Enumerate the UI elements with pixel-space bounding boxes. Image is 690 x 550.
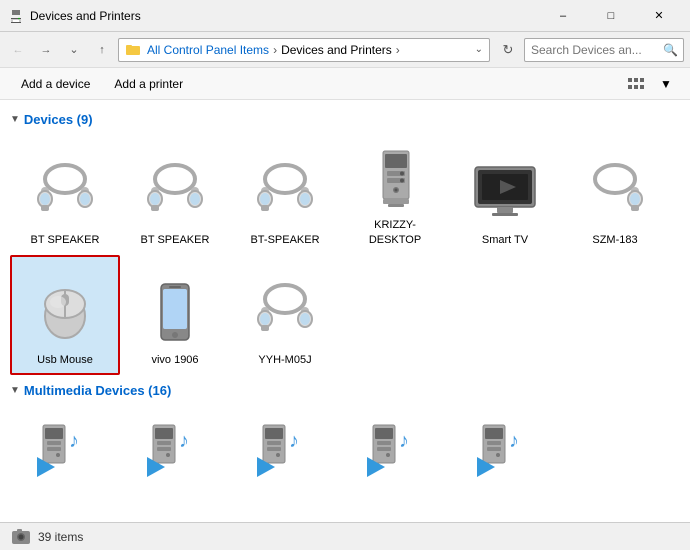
device-item-vivo[interactable]: vivo 1906 (120, 255, 230, 375)
svg-text:♪: ♪ (179, 430, 189, 452)
title-bar: Devices and Printers – □ ✕ (0, 0, 690, 32)
close-button[interactable]: ✕ (636, 0, 682, 32)
breadcrumb: All Control Panel Items › Devices and Pr… (118, 38, 490, 62)
mouse-icon (30, 277, 100, 347)
search-input[interactable] (524, 38, 684, 62)
device-item-smart-tv[interactable]: Smart TV (450, 135, 560, 255)
maximize-button[interactable]: □ (588, 0, 634, 32)
multimedia-item-5[interactable]: ♪ (450, 406, 560, 496)
tv-icon (470, 157, 540, 227)
minimize-button[interactable]: – (540, 0, 586, 32)
devices-section-header[interactable]: ▼ Devices (9) (10, 112, 680, 127)
device-label-desktop: KRIZZY-DESKTOP (348, 218, 442, 247)
device-label-szm: SZM-183 (592, 233, 637, 247)
breadcrumb-dropdown-icon[interactable]: ⌄ (475, 44, 483, 55)
device-item-bt-speaker-1[interactable]: BT SPEAKER (10, 135, 120, 255)
devices-grid: BT SPEAKER BT SPEAKER (10, 135, 680, 375)
status-bar: 39 items (0, 522, 690, 550)
bt-speaker-1-icon (30, 157, 100, 227)
device-label-bt-speaker-1: BT SPEAKER (31, 233, 100, 247)
device-label-smart-tv: Smart TV (482, 233, 528, 247)
multimedia-chevron-icon: ▼ (10, 385, 20, 396)
toolbar: Add a device Add a printer ▼ (0, 68, 690, 100)
window-controls: – □ ✕ (540, 0, 682, 32)
breadcrumb-current: Devices and Printers (281, 43, 392, 57)
svg-text:♪: ♪ (399, 430, 409, 452)
device-item-szm[interactable]: SZM-183 (560, 135, 670, 255)
svg-text:♪: ♪ (289, 430, 299, 452)
forward-button[interactable]: → (34, 38, 58, 62)
search-wrapper: 🔍 (524, 38, 684, 62)
yyh-icon (250, 277, 320, 347)
add-device-button[interactable]: Add a device (10, 72, 101, 96)
window-icon (8, 8, 24, 24)
bt-speaker-2-icon (140, 157, 210, 227)
content-area: ▼ Devices (9) BT SPEAKER (0, 100, 690, 522)
window-title: Devices and Printers (30, 9, 540, 23)
breadcrumb-control-panel[interactable]: All Control Panel Items (147, 43, 269, 57)
devices-section-label: Devices (9) (24, 112, 93, 127)
phone-icon (140, 277, 210, 347)
bt-speaker-3-icon (250, 157, 320, 227)
up-button[interactable]: ↑ (90, 38, 114, 62)
camera-icon (10, 526, 32, 548)
view-chevron-button[interactable]: ▼ (652, 72, 680, 96)
multimedia-section-header[interactable]: ▼ Multimedia Devices (16) (10, 383, 680, 398)
add-printer-button[interactable]: Add a printer (103, 72, 194, 96)
multimedia-item-1[interactable]: ♪ (10, 406, 120, 496)
refresh-button[interactable]: ↻ (496, 38, 520, 62)
svg-text:♪: ♪ (509, 430, 519, 452)
desktop-icon (360, 145, 430, 212)
breadcrumb-sep-2: › (396, 43, 400, 57)
view-options-button[interactable] (622, 72, 650, 96)
devices-chevron-icon: ▼ (10, 114, 20, 125)
multimedia-item-2[interactable]: ♪ (120, 406, 230, 496)
device-label-vivo: vivo 1906 (151, 353, 198, 367)
multimedia-section-label: Multimedia Devices (16) (24, 383, 171, 398)
multimedia-item-3[interactable]: ♪ (230, 406, 340, 496)
device-label-yyh: YYH-M05J (258, 353, 311, 367)
device-item-bt-speaker-2[interactable]: BT SPEAKER (120, 135, 230, 255)
device-label-usb-mouse: Usb Mouse (37, 353, 93, 367)
svg-text:♪: ♪ (69, 430, 79, 452)
device-label-bt-speaker-2: BT SPEAKER (141, 233, 210, 247)
multimedia-item-4[interactable]: ♪ (340, 406, 450, 496)
multimedia-grid: ♪ ♪ ♪ (10, 406, 680, 496)
device-item-bt-speaker-3[interactable]: BT-SPEAKER (230, 135, 340, 255)
dropdown-button[interactable]: ⌄ (62, 38, 86, 62)
toolbar-right: ▼ (622, 72, 680, 96)
breadcrumb-sep-1: › (273, 43, 277, 57)
szm-icon (580, 157, 650, 227)
status-count: 39 items (38, 530, 83, 544)
nav-bar: ← → ⌄ ↑ All Control Panel Items › Device… (0, 32, 690, 68)
device-item-usb-mouse[interactable]: Usb Mouse (10, 255, 120, 375)
device-item-yyh[interactable]: YYH-M05J (230, 255, 340, 375)
back-button[interactable]: ← (6, 38, 30, 62)
device-label-bt-speaker-3: BT-SPEAKER (250, 233, 319, 247)
device-item-desktop[interactable]: KRIZZY-DESKTOP (340, 135, 450, 255)
